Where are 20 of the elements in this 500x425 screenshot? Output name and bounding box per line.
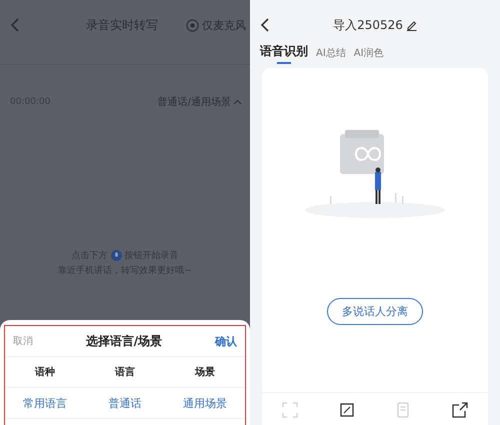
caret-up-icon [233,99,242,105]
speaker-separation-button[interactable]: 多说话人分离 [327,298,423,325]
column-header: 语种 [34,366,56,379]
cancel-button[interactable]: 取消 [13,334,33,348]
file-title: 导入250526 [333,16,403,34]
picker-option[interactable]: 常用语言 [10,396,80,410]
tab[interactable]: AI润色 [354,41,384,66]
confirm-button[interactable]: 确认 [214,334,237,348]
column-header: 场景 [194,366,216,379]
pencil-icon[interactable] [406,20,417,30]
tab[interactable]: AI总结 [316,41,346,66]
column-header: 语言 [114,365,136,379]
crop-icon[interactable] [338,401,356,419]
target-icon [186,18,199,32]
share-icon[interactable] [450,401,469,419]
mic-icon [110,250,122,261]
back-icon[interactable] [260,17,270,33]
picker-option[interactable]: 通用场景 [170,396,240,410]
picker-title: 选择语言/场景 [86,332,162,350]
picker-option[interactable]: 普通话 [90,396,160,410]
